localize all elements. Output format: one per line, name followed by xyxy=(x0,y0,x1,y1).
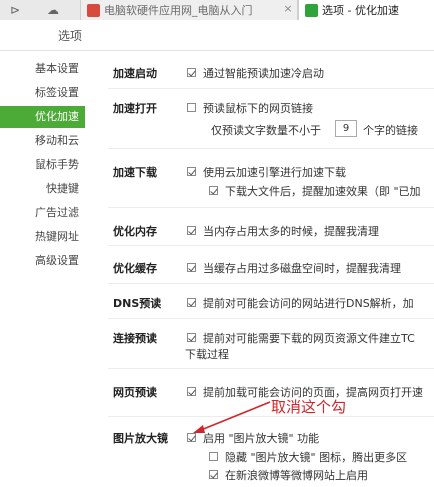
optimize-cache-checkbox[interactable] xyxy=(187,263,196,272)
sidebar-item-mouse-gesture[interactable]: 鼠标手势 xyxy=(0,154,85,176)
connection-prefetch-label: 连接预读 xyxy=(113,332,157,345)
weibo-zoom-checkbox[interactable] xyxy=(209,470,218,479)
optimize-cache-option: 当缓存占用过多磁盘空间时，提醒我清理 xyxy=(203,262,401,275)
connection-prefetch-checkbox[interactable] xyxy=(187,333,196,342)
settings-panel: 加速启动 通过智能预读加速冷启动 加速打开 预读鼠标下的网页链接 仅预读文字数量… xyxy=(85,50,434,487)
hide-zoom-icon-checkbox[interactable] xyxy=(209,452,218,461)
accel-open-label: 加速打开 xyxy=(113,102,157,115)
image-zoom-label: 图片放大镜 xyxy=(113,432,168,445)
hide-zoom-icon-option: 隐藏 "图片放大镜" 图标，腾出更多区 xyxy=(225,451,408,464)
optimize-cache-label: 优化缓存 xyxy=(113,262,157,275)
connection-prefetch-option: 提前对可能需要下载的网页资源文件建立TC xyxy=(203,332,415,345)
accel-open-option: 预读鼠标下的网页链接 xyxy=(203,102,313,115)
divider xyxy=(108,148,434,149)
sidebar-item-tabs[interactable]: 标签设置 xyxy=(0,82,85,104)
accel-start-label: 加速启动 xyxy=(113,67,157,80)
cloud-icon[interactable]: ☁ xyxy=(42,1,64,19)
sidebar-item-optimize[interactable]: 优化加速 xyxy=(0,106,85,128)
tab-options[interactable]: 选项 - 优化加速 xyxy=(298,0,434,20)
page-title: 选项 xyxy=(58,29,83,43)
divider xyxy=(108,88,434,89)
weibo-zoom-option: 在新浪微博等微博网站上启用 xyxy=(225,469,368,482)
divider xyxy=(108,318,434,319)
annotation-text: 取消这个勾 xyxy=(271,398,347,416)
sidebar-toggle-icon[interactable]: ⊳ xyxy=(4,1,26,19)
accel-download-option: 使用云加速引擎进行加速下载 xyxy=(203,166,346,179)
divider xyxy=(108,207,434,208)
accel-download-checkbox[interactable] xyxy=(187,167,196,176)
site-favicon-icon xyxy=(87,3,100,17)
optimize-memory-label: 优化内存 xyxy=(113,225,157,238)
sidebar-item-hotkey-urls[interactable]: 热键网址 xyxy=(0,226,85,248)
accel-open-checkbox[interactable] xyxy=(187,103,196,112)
tab-web-page[interactable]: 电脑软硬件应用网_电脑从入门 × xyxy=(80,0,298,20)
accel-start-checkbox[interactable] xyxy=(187,68,196,77)
divider xyxy=(108,368,434,369)
dns-prefetch-option: 提前对可能会访问的网站进行DNS解析，加 xyxy=(203,297,414,310)
accel-start-option: 通过智能预读加速冷启动 xyxy=(203,67,324,80)
image-zoom-checkbox[interactable] xyxy=(187,433,196,442)
sidebar-item-shortcuts[interactable]: 快捷键 xyxy=(0,178,85,200)
settings-favicon-icon xyxy=(305,3,318,17)
page-prefetch-label: 网页预读 xyxy=(113,386,157,399)
tab-label: 电脑软硬件应用网_电脑从入门 xyxy=(104,4,253,17)
connection-prefetch-option-line2: 下载过程 xyxy=(185,348,229,361)
prefetch-min-chars-suffix: 个字的链接 xyxy=(363,124,418,137)
page-prefetch-checkbox[interactable] xyxy=(187,387,196,396)
page-header: 选项 xyxy=(0,20,434,51)
sidebar-item-mobile-cloud[interactable]: 移动和云 xyxy=(0,130,85,152)
download-effect-reminder-checkbox[interactable] xyxy=(209,186,218,195)
prefetch-min-chars-prefix: 仅预读文字数量不小于 xyxy=(211,124,321,137)
tab-label: 选项 - 优化加速 xyxy=(322,4,399,17)
divider xyxy=(108,283,434,284)
divider xyxy=(108,245,434,246)
sidebar-item-advanced[interactable]: 高级设置 xyxy=(0,250,85,272)
prefetch-min-chars-input[interactable]: 9 xyxy=(335,120,357,137)
optimize-memory-checkbox[interactable] xyxy=(187,226,196,235)
dns-prefetch-checkbox[interactable] xyxy=(187,298,196,307)
accel-download-label: 加速下载 xyxy=(113,166,157,179)
image-zoom-option: 启用 "图片放大镜" 功能 xyxy=(203,432,320,445)
tab-bar: ⊳ ☁ 电脑软硬件应用网_电脑从入门 × 选项 - 优化加速 xyxy=(0,0,434,21)
sidebar-item-basic[interactable]: 基本设置 xyxy=(0,58,85,80)
close-tab-icon[interactable]: × xyxy=(282,3,294,15)
optimize-memory-option: 当内存占用太多的时候，提醒我清理 xyxy=(203,225,379,238)
sidebar-item-ad-filter[interactable]: 广告过滤 xyxy=(0,202,85,224)
dns-prefetch-label: DNS预读 xyxy=(113,297,162,310)
download-effect-reminder-option: 下载大文件后，提醒加速效果（即 "已加 xyxy=(225,185,421,198)
